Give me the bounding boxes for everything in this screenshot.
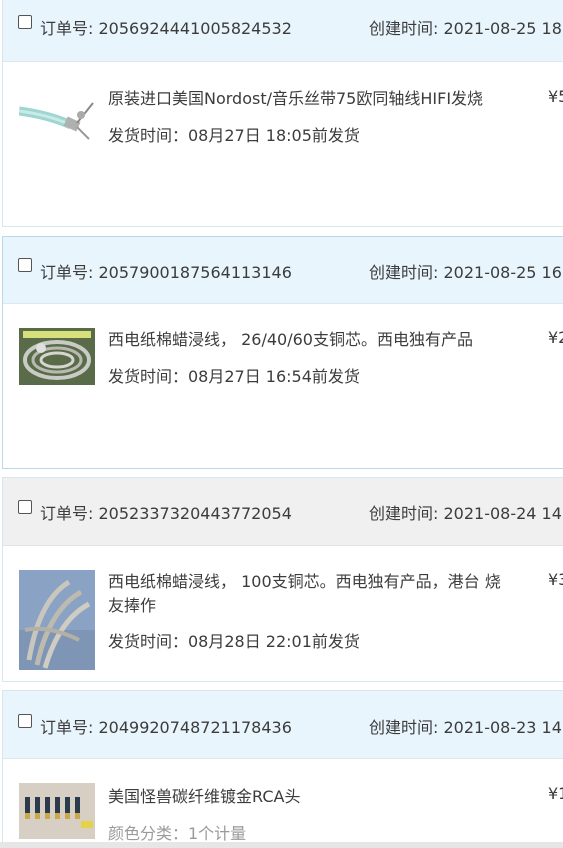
ship-time: 发货时间：08月28日 22:01前发货 (108, 632, 360, 651)
product-title[interactable]: 西电纸棉蜡浸线， 100支铜芯。西电独有产品，港台 烧友捧作 (108, 570, 513, 618)
order-card: 订单号: 2052337320443772054 创建时间: 2021-08-2… (2, 477, 563, 682)
sku-variant: 颜色分类：1个计量 (108, 824, 247, 843)
order-header: 订单号: 2056924441005824532 创建时间: 2021-08-2… (3, 0, 563, 62)
ship-time: 发货时间：08月27日 16:54前发货 (108, 367, 360, 386)
product-thumbnail[interactable] (19, 89, 95, 153)
order-number: 订单号: 2049920748721178436 (40, 718, 292, 737)
order-select-checkbox[interactable] (18, 500, 32, 514)
order-select-checkbox[interactable] (18, 714, 32, 728)
order-card: 订单号: 2057900187564113146 创建时间: 2021-08-2… (2, 236, 563, 469)
order-number: 订单号: 2057900187564113146 (40, 263, 292, 282)
order-card: 订单号: 2056924441005824532 创建时间: 2021-08-2… (2, 0, 563, 227)
wire-coil-image (19, 328, 95, 385)
price: ¥3 (548, 570, 563, 589)
order-header: 订单号: 2057900187564113146 创建时间: 2021-08-2… (3, 237, 563, 304)
order-created-time: 创建时间: 2021-08-25 16 (369, 263, 562, 282)
product-thumbnail[interactable] (19, 783, 95, 839)
order-created-time: 创建时间: 2021-08-25 18 (369, 19, 562, 38)
order-header: 订单号: 2049920748721178436 创建时间: 2021-08-2… (3, 691, 563, 759)
price: ¥1 (548, 784, 563, 803)
price: ¥2 (548, 328, 563, 347)
rca-connectors-image (19, 783, 95, 839)
product-thumbnail[interactable] (19, 570, 95, 670)
bottom-divider (0, 842, 563, 848)
product-title[interactable]: 西电纸棉蜡浸线， 26/40/60支铜芯。西电独有产品 (108, 328, 528, 352)
coaxial-cable-image (19, 89, 95, 153)
product-title[interactable]: 美国怪兽碳纤维镀金RCA头 (108, 785, 528, 809)
order-card: 订单号: 2049920748721178436 创建时间: 2021-08-2… (2, 690, 563, 848)
order-number: 订单号: 2052337320443772054 (40, 504, 292, 523)
order-created-time: 创建时间: 2021-08-24 14 (369, 504, 562, 523)
order-select-checkbox[interactable] (18, 15, 32, 29)
braided-cable-image (19, 570, 95, 670)
order-created-time: 创建时间: 2021-08-23 14 (369, 718, 562, 737)
order-select-checkbox[interactable] (18, 258, 32, 272)
order-number: 订单号: 2056924441005824532 (40, 19, 292, 38)
order-header: 订单号: 2052337320443772054 创建时间: 2021-08-2… (3, 478, 563, 546)
price: ¥5 (548, 87, 563, 106)
product-thumbnail[interactable] (19, 328, 95, 385)
product-title[interactable]: 原装进口美国Nordost/音乐丝带75欧同轴线HIFI发烧 (108, 87, 528, 111)
ship-time: 发货时间：08月27日 18:05前发货 (108, 126, 360, 145)
